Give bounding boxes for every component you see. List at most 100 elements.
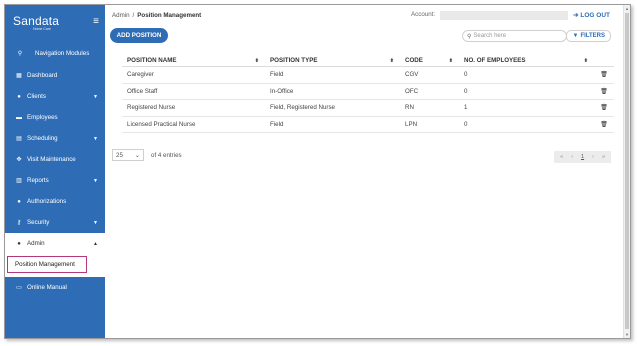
- calendar-icon: ▤: [16, 136, 22, 142]
- cell-employees: 0: [464, 71, 468, 79]
- sidebar-item-employees[interactable]: ▬ Employees: [5, 107, 105, 128]
- search-icon: ⚲: [467, 33, 472, 40]
- page-size-select[interactable]: 25 ⌄: [112, 149, 144, 161]
- caret-down-icon: ▼: [93, 135, 98, 142]
- sort-icon[interactable]: ⬍: [255, 58, 259, 64]
- sidebar-subitem-position-management[interactable]: Position Management: [7, 256, 87, 273]
- breadcrumb-separator: /: [132, 11, 135, 19]
- search-input[interactable]: ⚲ Search here: [462, 30, 567, 42]
- entries-count: of 4 entries: [151, 151, 182, 159]
- sidebar-item-label: Employees: [27, 114, 58, 121]
- filters-button[interactable]: ▼ FILTERS: [566, 30, 611, 42]
- sidebar-subitem-container: Position Management: [5, 254, 105, 275]
- id-card-icon: ▬: [16, 114, 22, 121]
- cell-code: OFC: [405, 87, 419, 95]
- cell-position-type: Field, Registered Nurse: [270, 104, 335, 112]
- sidebar-item-label: Scheduling: [27, 135, 58, 142]
- prev-page-button[interactable]: ‹: [567, 154, 577, 160]
- key-icon: ⚷: [16, 220, 22, 226]
- logo-tagline: Home Care: [33, 26, 51, 31]
- account-label: Account:: [411, 11, 436, 18]
- column-header-label: POSITION NAME: [127, 57, 177, 64]
- logout-icon: ➔: [573, 12, 579, 19]
- last-page-button[interactable]: »: [598, 154, 609, 160]
- column-header-label: POSITION TYPE: [270, 57, 318, 64]
- trash-icon[interactable]: 🗑: [600, 88, 608, 95]
- filters-label: FILTERS: [580, 33, 605, 39]
- caret-up-icon: ▲: [93, 240, 98, 247]
- users-icon: ●: [17, 93, 21, 100]
- toolbar: ADD POSITION ⚲ Search here ▼ FILTERS: [105, 25, 630, 47]
- cell-code: RN: [405, 104, 414, 112]
- sidebar-item-label: Reports: [27, 177, 49, 184]
- sidebar-item-online-manual[interactable]: ▭ Online Manual: [5, 277, 105, 298]
- trash-icon[interactable]: 🗑: [600, 121, 608, 128]
- sidebar-item-dashboard[interactable]: ▦ Dashboard: [5, 65, 105, 86]
- next-page-button[interactable]: ›: [588, 154, 598, 160]
- sidebar: Sandata Home Care ≡ ⚲ Navigation Modules…: [5, 5, 105, 338]
- trash-icon[interactable]: 🗑: [600, 71, 608, 78]
- column-header-employees[interactable]: NO. OF EMPLOYEES ⬍: [459, 57, 594, 64]
- scrollbar-thumb[interactable]: [625, 13, 629, 329]
- table-row[interactable]: Caregiver Field CGV 0 🗑: [122, 67, 614, 84]
- cell-position-name: Licensed Practical Nurse: [127, 120, 196, 128]
- sort-icon[interactable]: ⬍: [390, 58, 394, 64]
- table-row[interactable]: Licensed Practical Nurse Field LPN 0 🗑: [122, 117, 614, 133]
- column-header-position-type[interactable]: POSITION TYPE ⬍: [265, 57, 400, 64]
- app-window: Sandata Home Care ≡ ⚲ Navigation Modules…: [4, 4, 631, 339]
- trash-icon[interactable]: 🗑: [600, 104, 608, 111]
- table-row[interactable]: Office Staff In-Office OFC 0 🗑: [122, 84, 614, 100]
- column-header-position-name[interactable]: POSITION NAME ⬍: [122, 57, 265, 64]
- sidebar-item-visit-maintenance[interactable]: ✥ Visit Maintenance: [5, 149, 105, 170]
- logout-button[interactable]: ➔ LOG OUT: [573, 11, 610, 19]
- main-content: Admin / Position Management Account: ➔ L…: [105, 5, 630, 338]
- caret-down-icon: ▼: [93, 93, 98, 100]
- sidebar-item-label: Online Manual: [27, 284, 67, 291]
- table-header: POSITION NAME ⬍ POSITION TYPE ⬍ CODE ⬍ N…: [122, 55, 614, 67]
- page-size-value: 25: [116, 151, 123, 159]
- search-placeholder: Search here: [473, 33, 507, 39]
- sort-icon[interactable]: ⬍: [584, 58, 588, 64]
- cell-code: CGV: [405, 71, 419, 79]
- pagination: « ‹ 1 › »: [554, 151, 611, 163]
- table-row[interactable]: Registered Nurse Field, Registered Nurse…: [122, 100, 614, 117]
- sidebar-item-authorizations[interactable]: ● Authorizations: [5, 191, 105, 212]
- tools-icon: ✥: [16, 157, 22, 163]
- current-page[interactable]: 1: [577, 154, 588, 160]
- sidebar-item-label: Dashboard: [27, 72, 58, 79]
- hamburger-menu-icon[interactable]: ≡: [93, 16, 99, 27]
- column-header-label: NO. OF EMPLOYEES: [464, 57, 526, 64]
- breadcrumb-root[interactable]: Admin: [112, 12, 130, 19]
- book-icon: ▭: [16, 285, 22, 291]
- first-page-button[interactable]: «: [556, 154, 567, 160]
- sidebar-item-navigation-modules[interactable]: ⚲ Navigation Modules: [5, 41, 105, 65]
- sidebar-item-label: Admin: [27, 240, 45, 247]
- add-position-button[interactable]: ADD POSITION: [110, 28, 168, 43]
- scroll-up-icon[interactable]: ▲: [625, 6, 629, 11]
- bar-chart-icon: ▥: [16, 178, 22, 184]
- positions-table: POSITION NAME ⬍ POSITION TYPE ⬍ CODE ⬍ N…: [122, 55, 614, 133]
- cell-code: LPN: [405, 120, 418, 128]
- sidebar-item-clients[interactable]: ● Clients ▼: [5, 86, 105, 107]
- logo-wordmark: Sandata: [13, 13, 60, 28]
- sidebar-item-admin[interactable]: ● Admin ▲: [5, 233, 105, 254]
- sidebar-item-scheduling[interactable]: ▤ Scheduling ▼: [5, 128, 105, 149]
- vertical-scrollbar[interactable]: ▲ ▼: [623, 5, 630, 338]
- caret-down-icon: ▼: [93, 177, 98, 184]
- column-header-code[interactable]: CODE ⬍: [400, 57, 459, 64]
- sidebar-item-label: Authorizations: [27, 198, 67, 205]
- sandata-logo[interactable]: Sandata Home Care: [13, 15, 59, 32]
- cell-position-type: Field: [270, 71, 284, 79]
- users-icon: ●: [17, 198, 21, 205]
- scroll-down-icon[interactable]: ▼: [625, 332, 629, 337]
- grid-icon: ▦: [16, 73, 22, 79]
- cell-position-type: Field: [270, 120, 284, 128]
- brand: Sandata Home Care ≡: [5, 5, 105, 41]
- sidebar-item-security[interactable]: ⚷ Security ▼: [5, 212, 105, 233]
- breadcrumb-current: Position Management: [137, 11, 202, 19]
- sort-icon[interactable]: ⬍: [449, 58, 453, 64]
- column-header-label: CODE: [405, 57, 423, 64]
- sidebar-item-reports[interactable]: ▥ Reports ▼: [5, 170, 105, 191]
- users-icon: ●: [17, 240, 21, 247]
- cell-employees: 0: [464, 120, 468, 128]
